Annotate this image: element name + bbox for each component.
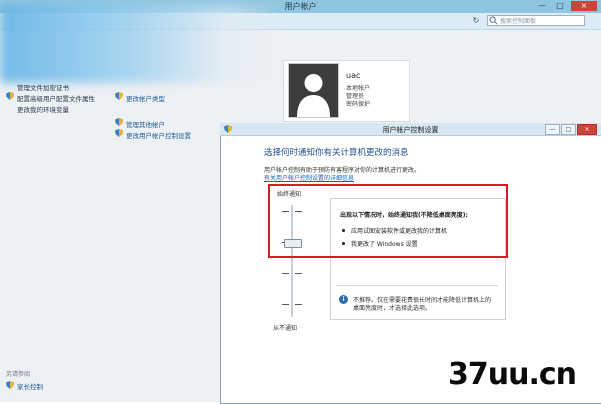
search-input[interactable]: 搜索控制面板	[487, 15, 585, 26]
see-also-label: 另请参阅	[6, 371, 31, 378]
refresh-icon[interactable]: ↻	[470, 15, 482, 26]
manage-encryption-certificates-link[interactable]: 管理文件加密证书	[17, 82, 69, 92]
watermark: 37uu.cn	[448, 357, 577, 392]
never-notify-label: 从不通知	[273, 325, 298, 332]
slider-tick	[282, 273, 289, 274]
close-button[interactable]: ×	[571, 1, 597, 11]
recommendation-text: 桌面亮度时，才选择此选项。	[353, 305, 432, 312]
shield-icon	[115, 118, 123, 126]
family-safety-link[interactable]: 家长控制	[17, 381, 43, 391]
shield-icon	[6, 381, 14, 389]
shield-icon	[6, 92, 14, 100]
panel-divider	[336, 285, 498, 286]
slider-tick	[295, 273, 302, 274]
manage-other-account-link[interactable]: 管理其他帐户	[126, 119, 165, 129]
uac-details-link[interactable]: 有关用户帐户控制设置的详细信息	[264, 173, 354, 182]
dialog-minimize-button[interactable]: —	[545, 124, 560, 135]
dialog-heading: 选择何时通知你有关计算机更改的消息	[264, 148, 409, 158]
slider-tick	[295, 304, 302, 305]
shield-icon	[115, 92, 123, 100]
slider-tick	[282, 304, 289, 305]
change-account-type-link[interactable]: 更改帐户类型	[126, 93, 165, 103]
user-name: uac	[346, 71, 361, 80]
password-status-label: 密码保护	[346, 101, 371, 108]
dialog-maximize-button[interactable]: □	[561, 124, 576, 135]
dialog-title: 用户帐户控制设置	[382, 126, 439, 134]
avatar	[288, 63, 339, 118]
shield-icon	[115, 129, 123, 137]
user-silhouette-icon	[297, 74, 330, 117]
search-icon	[489, 16, 498, 25]
minimize-button[interactable]: —	[535, 1, 549, 11]
info-icon: i	[339, 295, 348, 304]
dialog-close-button[interactable]: ×	[577, 124, 597, 135]
highlight-annotation-box	[268, 184, 508, 258]
change-environment-variables-link[interactable]: 更改我的环境变量	[17, 104, 69, 114]
advanced-profile-properties-link[interactable]: 配置高级用户配置文件属性	[17, 93, 95, 103]
uac-settings-link[interactable]: 更改用户帐户控制设置	[126, 130, 191, 140]
blurred-header-region	[0, 5, 285, 83]
maximize-button[interactable]: □	[553, 1, 567, 11]
